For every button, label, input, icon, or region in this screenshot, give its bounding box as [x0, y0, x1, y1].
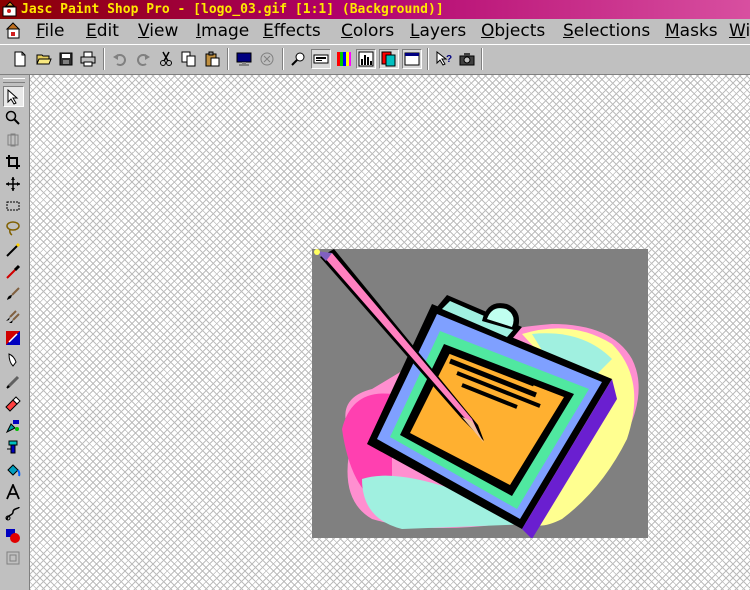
paste-icon[interactable] — [202, 49, 222, 69]
new-file-icon[interactable] — [10, 49, 30, 69]
overview-window-icon[interactable] — [289, 49, 309, 69]
tool-options-icon[interactable] — [311, 49, 331, 69]
document-system-menu-icon[interactable] — [4, 21, 24, 41]
menu-layers[interactable]: Layers — [410, 19, 466, 43]
copy-icon[interactable] — [179, 49, 199, 69]
zoom-tool-icon[interactable] — [3, 108, 23, 128]
crop-tool-icon[interactable] — [3, 152, 23, 172]
selection-tool-icon[interactable] — [3, 196, 23, 216]
airbrush-icon[interactable] — [3, 438, 23, 458]
color-palette-icon[interactable] — [334, 49, 354, 69]
eraser-icon[interactable] — [3, 394, 23, 414]
menu-colors[interactable]: Colors — [341, 19, 394, 43]
text-tool-icon[interactable] — [3, 482, 23, 502]
magic-wand-icon[interactable] — [3, 240, 23, 260]
dropper-icon[interactable] — [3, 262, 23, 282]
object-selector-icon[interactable] — [3, 548, 23, 568]
clipboard-with-pencil-image[interactable] — [312, 249, 648, 539]
cut-icon[interactable] — [156, 49, 176, 69]
context-help-icon[interactable]: ? — [434, 49, 454, 69]
picture-tube-icon[interactable] — [3, 416, 23, 436]
paintbrush-icon[interactable] — [3, 284, 23, 304]
menu-edit[interactable]: Edit — [86, 19, 119, 43]
clone-brush-icon[interactable] — [3, 306, 23, 326]
menu-effects[interactable]: Effects — [263, 19, 321, 43]
menu-view[interactable]: View — [138, 19, 178, 43]
full-screen-preview-icon[interactable] — [234, 49, 254, 69]
print-icon[interactable] — [78, 49, 98, 69]
histogram-icon[interactable] — [356, 49, 376, 69]
retouch-icon[interactable] — [3, 350, 23, 370]
flood-fill-icon[interactable] — [3, 460, 23, 480]
scratch-remover-icon[interactable] — [3, 372, 23, 392]
draw-line-icon[interactable] — [3, 504, 23, 524]
normal-viewing-icon[interactable] — [257, 49, 277, 69]
menu-image[interactable]: Image — [196, 19, 249, 43]
paint-shop-pro-app-icon[interactable] — [2, 1, 18, 17]
color-replacer-icon[interactable] — [3, 328, 23, 348]
image-canvas-workspace[interactable] — [30, 75, 750, 590]
menu-file[interactable]: File — [36, 19, 64, 43]
undo-icon[interactable] — [110, 49, 130, 69]
deformation-tool-icon[interactable] — [3, 130, 23, 150]
mover-tool-icon[interactable] — [3, 174, 23, 194]
open-folder-icon[interactable] — [34, 49, 54, 69]
standard-toolbar: ? — [0, 44, 750, 75]
svg-text:?: ? — [446, 54, 452, 65]
arrow-tool-icon[interactable] — [3, 86, 24, 107]
redo-icon[interactable] — [133, 49, 153, 69]
camera-icon[interactable] — [457, 49, 477, 69]
window-title: Jasc Paint Shop Pro - [logo_03.gif [1:1]… — [21, 2, 444, 17]
toggle-palette-icon[interactable] — [402, 49, 422, 69]
menu-bar: File Edit View Image Effects Colors Laye… — [0, 19, 750, 43]
freehand-lasso-icon[interactable] — [3, 218, 23, 238]
layer-palette-icon[interactable] — [379, 49, 399, 69]
preset-shapes-icon[interactable] — [3, 526, 23, 546]
menu-masks[interactable]: Masks — [665, 19, 718, 43]
menu-selections[interactable]: Selections — [563, 19, 650, 43]
save-icon[interactable] — [56, 49, 76, 69]
menu-window[interactable]: Wi — [729, 19, 750, 43]
tool-palette — [0, 75, 30, 590]
menu-objects[interactable]: Objects — [481, 19, 545, 43]
title-bar: Jasc Paint Shop Pro - [logo_03.gif [1:1]… — [0, 0, 750, 19]
